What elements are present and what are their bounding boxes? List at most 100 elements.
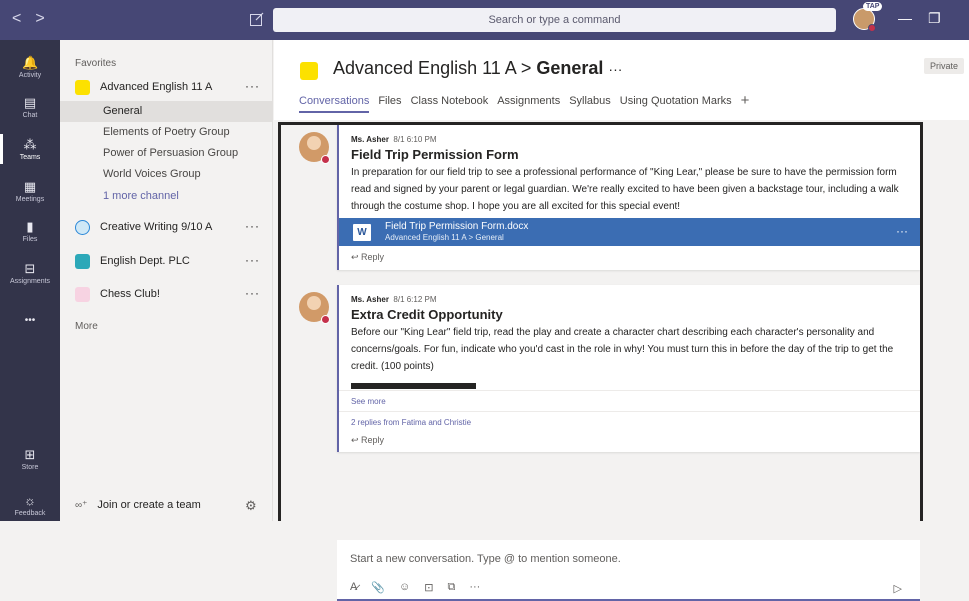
more-options-icon[interactable]: ··· [245,286,260,300]
rail-feedback[interactable]: ☼ Feedback [0,493,60,518]
compose-input[interactable]: Start a new conversation. Type @ to ment… [350,553,621,565]
tab-assignments[interactable]: Assignments [497,95,560,113]
page-title: Advanced English 11 A > General ··· [333,58,622,79]
team-item[interactable]: English Dept. PLC ··· [75,251,265,271]
calendar-icon: ▦ [23,179,37,194]
rail-chat[interactable]: ▤ Chat [0,95,60,120]
more-icon[interactable]: ··· [469,581,480,594]
tab-files[interactable]: Files [378,95,401,113]
minimize-button[interactable]: — [898,10,912,26]
add-tab-icon[interactable]: + [741,93,750,113]
message-author: Ms. Asher [351,295,389,304]
rail-label: Files [22,236,38,243]
message-title: Extra Credit Opportunity [351,307,503,322]
more-options-icon[interactable]: ··· [245,79,260,93]
attachment-more-icon[interactable]: ··· [896,224,908,238]
message-meta: Ms. Asher 8/1 6:12 PM [351,295,437,304]
backpack-icon: ⊟ [24,261,36,276]
teams-list-panel: Favorites Advanced English 11 A ··· Gene… [60,40,273,521]
team-icon [75,286,90,302]
search-input[interactable]: Search or type a command [273,8,836,32]
rail-assignments[interactable]: ⊟ Assignments [0,261,60,286]
rail-label: Store [21,464,39,471]
tab-conversations[interactable]: Conversations [299,95,370,113]
word-doc-icon: W [353,224,371,241]
team-item[interactable]: Chess Club! ··· [75,284,265,304]
reply-button[interactable]: ↩ Reply [351,252,384,263]
team-icon [75,79,90,95]
replies-summary-link[interactable]: 2 replies from Fatima and Christie [351,418,471,427]
channel-general[interactable]: General [60,101,273,122]
see-more-link[interactable]: See more [351,397,386,406]
rail-label: Activity [18,72,42,79]
team-name: Chess Club! [100,288,160,300]
rail-label: Meetings [15,196,45,203]
compose-icon[interactable] [249,11,265,27]
message-time: 8/1 6:10 PM [393,135,437,144]
attach-icon[interactable]: 📎 [371,581,385,594]
tab-using-quotation-marks[interactable]: Using Quotation Marks [620,95,732,113]
team-item[interactable]: Creative Writing 9/10 A ··· [75,217,265,237]
emoji-icon[interactable]: ☺ [399,581,410,594]
gear-icon[interactable]: ⚙ [245,498,257,514]
add-people-icon: ∞⁺ [75,499,88,511]
forward-arrow-icon[interactable]: > [35,10,44,28]
join-create-team-button[interactable]: ∞⁺ Join or create a team [75,499,201,511]
file-attachment[interactable]: W Field Trip Permission Form.docx Advanc… [339,218,920,246]
rail-meetings[interactable]: ▦ Meetings [0,179,60,204]
rail-activity[interactable]: 🔔 Activity [0,55,60,80]
image-preview[interactable] [351,383,476,389]
channel-title: General [536,58,604,78]
presence-indicator [321,155,330,164]
status-indicator [868,24,876,32]
more-channels-link[interactable]: 1 more channel [103,190,179,202]
rail-teams[interactable]: ⁂ Teams [0,134,60,164]
message-body: Before our "King Lear" field trip, read … [351,327,894,372]
channel-item[interactable]: Elements of Poetry Group [103,126,230,138]
teams-icon: ⁂ [23,137,37,152]
team-icon [75,219,90,235]
compose-box[interactable]: Start a new conversation. Type @ to ment… [337,540,920,601]
meet-now-icon[interactable]: ⧉ [448,581,456,594]
rail-label: Teams [19,154,41,161]
back-arrow-icon[interactable]: < [12,10,21,28]
chat-icon: ▤ [23,95,37,110]
rail-label: Feedback [14,510,46,517]
app-rail: 🔔 Activity ▤ Chat ⁂ Teams ▦ Meetings ▮ F… [0,40,60,521]
format-icon[interactable]: A̷ [350,581,357,594]
more-heading: More [75,321,98,332]
conversation-feed[interactable]: Ms. Asher 8/1 6:10 PM Field Trip Permiss… [274,120,969,601]
message-author: Ms. Asher [351,135,389,144]
rail-store[interactable]: ⊞ Store [0,448,60,472]
channel-item[interactable]: World Voices Group [103,168,201,180]
more-options-icon[interactable]: ··· [245,253,260,267]
presence-indicator [321,315,330,324]
message-card: Ms. Asher 8/1 6:10 PM Field Trip Permiss… [337,125,920,270]
channel-tabs: Conversations Files Class Notebook Assig… [299,93,750,113]
join-label: Join or create a team [97,499,201,511]
team-item[interactable]: Advanced English 11 A ··· [75,77,265,97]
sticker-icon[interactable]: ⊡ [424,581,433,594]
message-body: In preparation for our field trip to see… [351,167,899,212]
more-options-icon[interactable]: ··· [245,219,260,233]
title-bar: < > Search or type a command TAP — ❐ [0,0,969,40]
reply-button[interactable]: ↩ Reply [351,435,384,446]
maximize-button[interactable]: ❐ [928,10,941,27]
team-name: English Dept. PLC [100,255,190,267]
send-icon[interactable]: ▷ [894,582,902,595]
message-title: Field Trip Permission Form [351,147,519,162]
tab-class-notebook[interactable]: Class Notebook [411,95,489,113]
team-title: Advanced English 11 A [333,58,516,78]
rail-files[interactable]: ▮ Files [0,220,60,244]
private-badge: Private [924,58,965,74]
channel-more-icon[interactable]: ··· [608,61,622,77]
message-time: 8/1 6:12 PM [393,295,437,304]
avatar-initials-badge: TAP [863,2,883,11]
team-name: Advanced English 11 A [100,81,213,93]
rail-more[interactable]: ••• [0,314,60,330]
compose-toolbar: A̷ 📎 ☺ ⊡ ⧉ ··· [350,581,480,594]
tab-syllabus[interactable]: Syllabus [569,95,611,113]
bell-icon: 🔔 [22,55,39,70]
channel-item[interactable]: Power of Persuasion Group [103,147,238,159]
feedback-icon: ☼ [24,493,36,508]
